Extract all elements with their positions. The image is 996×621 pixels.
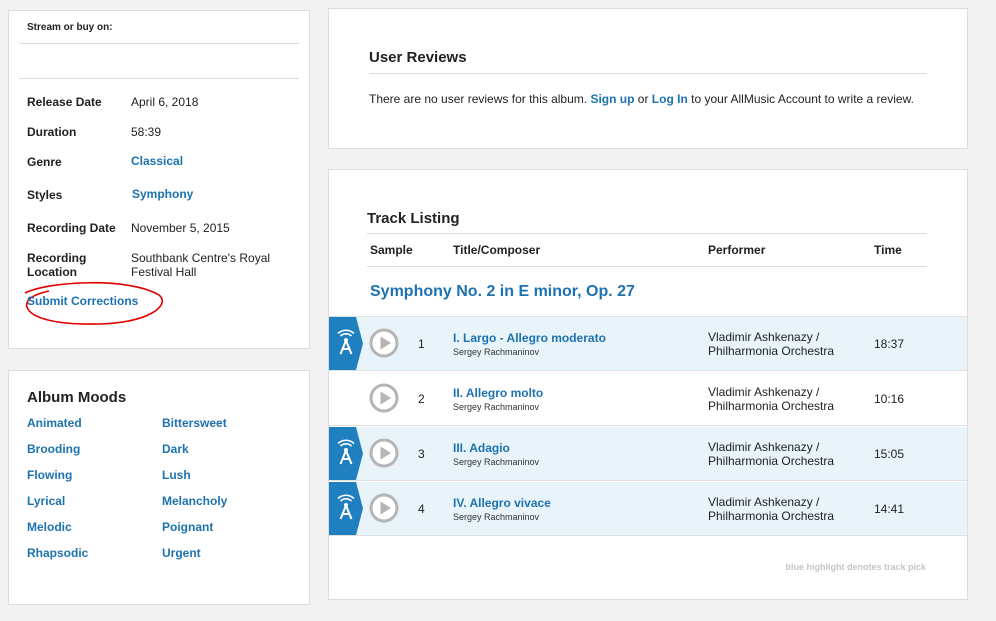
track-pick-icon xyxy=(329,482,363,535)
mood-link[interactable]: Lush xyxy=(162,468,191,482)
user-reviews-message: There are no user reviews for this album… xyxy=(369,92,914,106)
track-number: 1 xyxy=(418,337,425,351)
submit-corrections-link[interactable]: Submit Corrections xyxy=(27,294,138,308)
divider xyxy=(19,78,299,79)
track-composer: Sergey Rachmaninov xyxy=(453,402,540,412)
mood-link[interactable]: Bittersweet xyxy=(162,416,227,430)
mood-link[interactable]: Animated xyxy=(27,416,82,430)
mood-link[interactable]: Flowing xyxy=(27,468,72,482)
track-pick-icon xyxy=(329,427,363,480)
detail-value: Southbank Centre's Royal Festival Hall xyxy=(131,251,271,279)
divider xyxy=(367,233,927,234)
track-title-link[interactable]: I. Largo - Allegro moderato xyxy=(453,331,606,345)
track-time: 18:37 xyxy=(874,337,905,351)
track-composer: Sergey Rachmaninov xyxy=(453,512,540,522)
play-icon[interactable] xyxy=(369,493,399,523)
detail-key: Duration xyxy=(27,125,77,139)
track-time: 15:05 xyxy=(874,447,905,461)
divider xyxy=(367,266,927,267)
detail-key: Recording Date xyxy=(27,221,116,235)
mood-link[interactable]: Poignant xyxy=(162,520,213,534)
album-details-panel: Stream or buy on: Release Date April 6, … xyxy=(8,10,310,349)
column-header-time: Time xyxy=(874,243,902,257)
track-title-link[interactable]: IV. Allegro vivace xyxy=(453,496,551,510)
column-header-sample: Sample xyxy=(370,243,413,257)
track-title-link[interactable]: II. Allegro molto xyxy=(453,386,543,400)
album-moods-title: Album Moods xyxy=(27,389,127,406)
detail-value: April 6, 2018 xyxy=(131,95,199,109)
mood-link[interactable]: Melancholy xyxy=(162,494,227,508)
detail-key: Genre xyxy=(27,155,62,169)
track-row: 4 IV. Allegro vivace Sergey Rachmaninov … xyxy=(329,482,967,536)
detail-value: 58:39 xyxy=(131,125,162,139)
sign-up-link[interactable]: Sign up xyxy=(590,92,634,106)
track-number: 2 xyxy=(418,392,425,406)
track-composer: Sergey Rachmaninov xyxy=(453,457,540,467)
track-row: 2 II. Allegro molto Sergey Rachmaninov V… xyxy=(329,372,967,426)
stream-label: Stream or buy on: xyxy=(27,22,113,33)
mood-link[interactable]: Rhapsodic xyxy=(27,546,88,560)
play-icon[interactable] xyxy=(369,383,399,413)
track-row: 1 I. Largo - Allegro moderato Sergey Rac… xyxy=(329,317,967,371)
track-number: 3 xyxy=(418,447,425,461)
divider xyxy=(19,43,299,44)
style-link[interactable]: Symphony xyxy=(132,187,297,201)
track-listing-title: Track Listing xyxy=(367,210,460,227)
reviews-text-before: There are no user reviews for this album… xyxy=(369,92,588,106)
track-number: 4 xyxy=(418,502,425,516)
track-pick-icon xyxy=(329,317,363,370)
work-title-link[interactable]: Symphony No. 2 in E minor, Op. 27 xyxy=(370,283,635,301)
detail-key: Release Date xyxy=(27,95,102,109)
track-pick-note: blue highlight denotes track pick xyxy=(785,562,926,572)
detail-key: Recording Location xyxy=(27,251,87,279)
log-in-link[interactable]: Log In xyxy=(652,92,688,106)
detail-value: November 5, 2015 xyxy=(131,221,230,235)
column-header-performer: Performer xyxy=(708,243,766,257)
mood-link[interactable]: Melodic xyxy=(27,520,72,534)
track-listing-panel: Track Listing Sample Title/Composer Perf… xyxy=(328,169,968,600)
album-moods-panel: Album Moods Animated Bittersweet Broodin… xyxy=(8,370,310,605)
mood-link[interactable]: Brooding xyxy=(27,442,80,456)
reviews-text-or: or xyxy=(637,92,649,106)
genre-link[interactable]: Classical xyxy=(131,154,296,168)
column-header-title: Title/Composer xyxy=(453,243,541,257)
track-time: 10:16 xyxy=(874,392,905,406)
divider xyxy=(369,73,927,74)
track-title-link[interactable]: III. Adagio xyxy=(453,441,510,455)
play-icon[interactable] xyxy=(369,438,399,468)
user-reviews-title: User Reviews xyxy=(369,49,467,66)
mood-link[interactable]: Lyrical xyxy=(27,494,65,508)
track-performer: Vladimir Ashkenazy / Philharmonia Orches… xyxy=(708,495,835,523)
track-composer: Sergey Rachmaninov xyxy=(453,347,540,357)
track-row: 3 III. Adagio Sergey Rachmaninov Vladimi… xyxy=(329,427,967,481)
track-performer: Vladimir Ashkenazy / Philharmonia Orches… xyxy=(708,385,835,413)
mood-link[interactable]: Dark xyxy=(162,442,189,456)
reviews-text-after: to your AllMusic Account to write a revi… xyxy=(691,92,914,106)
mood-link[interactable]: Urgent xyxy=(162,546,201,560)
track-time: 14:41 xyxy=(874,502,905,516)
play-icon[interactable] xyxy=(369,328,399,358)
track-performer: Vladimir Ashkenazy / Philharmonia Orches… xyxy=(708,440,835,468)
detail-key: Styles xyxy=(27,188,63,202)
user-reviews-panel: User Reviews There are no user reviews f… xyxy=(328,8,968,149)
track-performer: Vladimir Ashkenazy / Philharmonia Orches… xyxy=(708,330,835,358)
